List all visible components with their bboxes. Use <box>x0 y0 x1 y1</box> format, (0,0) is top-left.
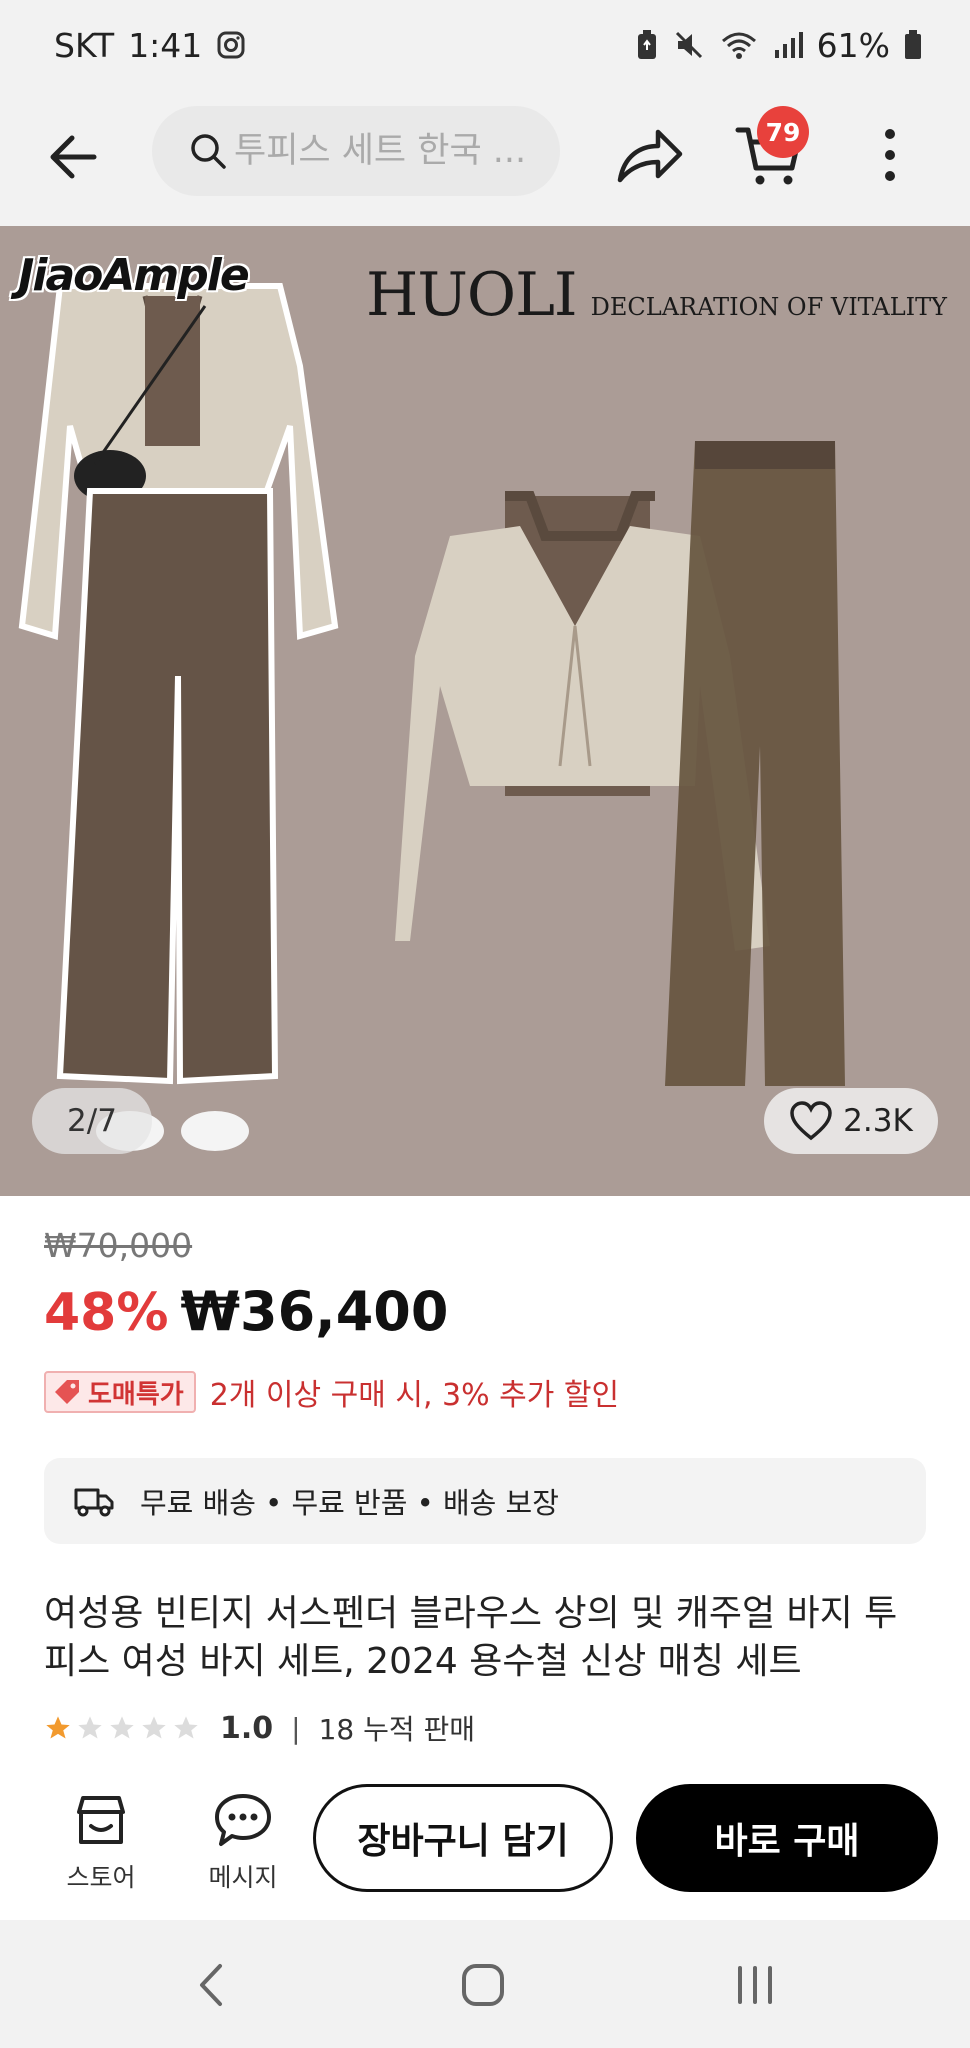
product-image-gallery[interactable]: JiaoAmple HUOLI DECLARATION OF VITALITY … <box>0 226 970 1196</box>
sale-price: ₩36,400 <box>180 1280 449 1343</box>
rating-stars <box>44 1714 200 1742</box>
rating-row[interactable]: 1.0 | 18 누적 판매 <box>44 1708 475 1748</box>
like-count: 2.3K <box>843 1103 913 1139</box>
battery-percent: 61% <box>816 25 890 65</box>
shipping-info[interactable]: 무료 배송 • 무료 반품 • 배송 보장 <box>44 1458 926 1544</box>
star-empty-icon <box>110 1716 134 1739</box>
battery-icon <box>905 30 921 59</box>
product-photo <box>18 283 845 1151</box>
nav-home-icon[interactable] <box>460 1962 506 2008</box>
battery-saver-icon <box>637 30 656 59</box>
watermark-logo: JiaoAmple <box>18 250 250 301</box>
cart-count-badge: 79 <box>757 106 809 158</box>
store-label: 스토어 <box>66 1863 136 1892</box>
top-navigation: 79 <box>0 90 970 226</box>
bottom-action-bar: 스토어 메시지 장바구니 담기 바로 구매 <box>0 1770 970 1916</box>
nav-back-icon[interactable] <box>196 1962 226 2008</box>
message-button[interactable]: 메시지 <box>188 1790 298 1894</box>
price-line: 48% ₩36,400 <box>44 1280 448 1343</box>
nav-recents-icon[interactable] <box>732 1962 778 2008</box>
carrier: SKT <box>54 25 115 65</box>
promo-tag: 도매특가 <box>44 1371 196 1413</box>
brand-name: HUOLI <box>366 260 578 330</box>
shipping-text: 무료 배송 • 무료 반품 • 배송 보장 <box>140 1486 559 1520</box>
chat-icon <box>215 1794 271 1846</box>
discount-percent: 48% <box>44 1283 169 1343</box>
like-button[interactable]: 2.3K <box>764 1088 938 1154</box>
divider: | <box>291 1711 301 1745</box>
search-icon <box>191 134 226 169</box>
buy-now-button[interactable]: 바로 구매 <box>636 1784 938 1892</box>
wholesale-promo: 도매특가 2개 이상 구매 시, 3% 추가 할인 <box>44 1370 619 1414</box>
search-bar[interactable] <box>152 106 560 196</box>
rating-value: 1.0 <box>220 1710 274 1746</box>
add-to-cart-button[interactable]: 장바구니 담기 <box>313 1784 613 1892</box>
star-empty-icon <box>78 1716 102 1739</box>
product-title: 여성용 빈티지 서스펜더 블라우스 상의 및 캐주얼 바지 투피스 여성 바지 … <box>44 1593 898 1682</box>
message-label: 메시지 <box>208 1863 278 1892</box>
tag-icon <box>55 1380 79 1404</box>
mute-icon <box>675 31 702 59</box>
star-filled-icon <box>46 1716 70 1739</box>
star-empty-icon <box>174 1716 198 1739</box>
promo-tag-label: 도매특가 <box>88 1379 184 1410</box>
sales-count: 18 누적 판매 <box>318 1713 476 1746</box>
search-input[interactable] <box>234 131 554 171</box>
star-empty-icon <box>142 1716 166 1739</box>
heart-icon <box>790 1101 832 1141</box>
system-navigation-bar <box>0 1920 970 2048</box>
store-icon <box>77 1796 125 1844</box>
store-button[interactable]: 스토어 <box>46 1790 156 1894</box>
brand-banner: HUOLI DECLARATION OF VITALITY <box>366 260 947 330</box>
share-icon[interactable] <box>614 122 686 188</box>
clock: 1:41 <box>128 25 203 65</box>
instagram-icon <box>217 31 245 59</box>
back-arrow-icon[interactable] <box>44 126 106 188</box>
signal-icon <box>774 32 803 58</box>
wifi-icon <box>721 32 756 59</box>
image-counter: 2/7 <box>32 1088 152 1154</box>
promo-text: 2개 이상 구매 시, 3% 추가 할인 <box>209 1378 620 1413</box>
brand-tagline: DECLARATION OF VITALITY <box>590 293 947 321</box>
more-options-icon[interactable] <box>870 124 910 186</box>
truck-icon <box>74 1488 114 1517</box>
original-price: ₩70,000 <box>44 1226 193 1265</box>
status-bar: SKT 1:41 61% <box>0 0 970 90</box>
